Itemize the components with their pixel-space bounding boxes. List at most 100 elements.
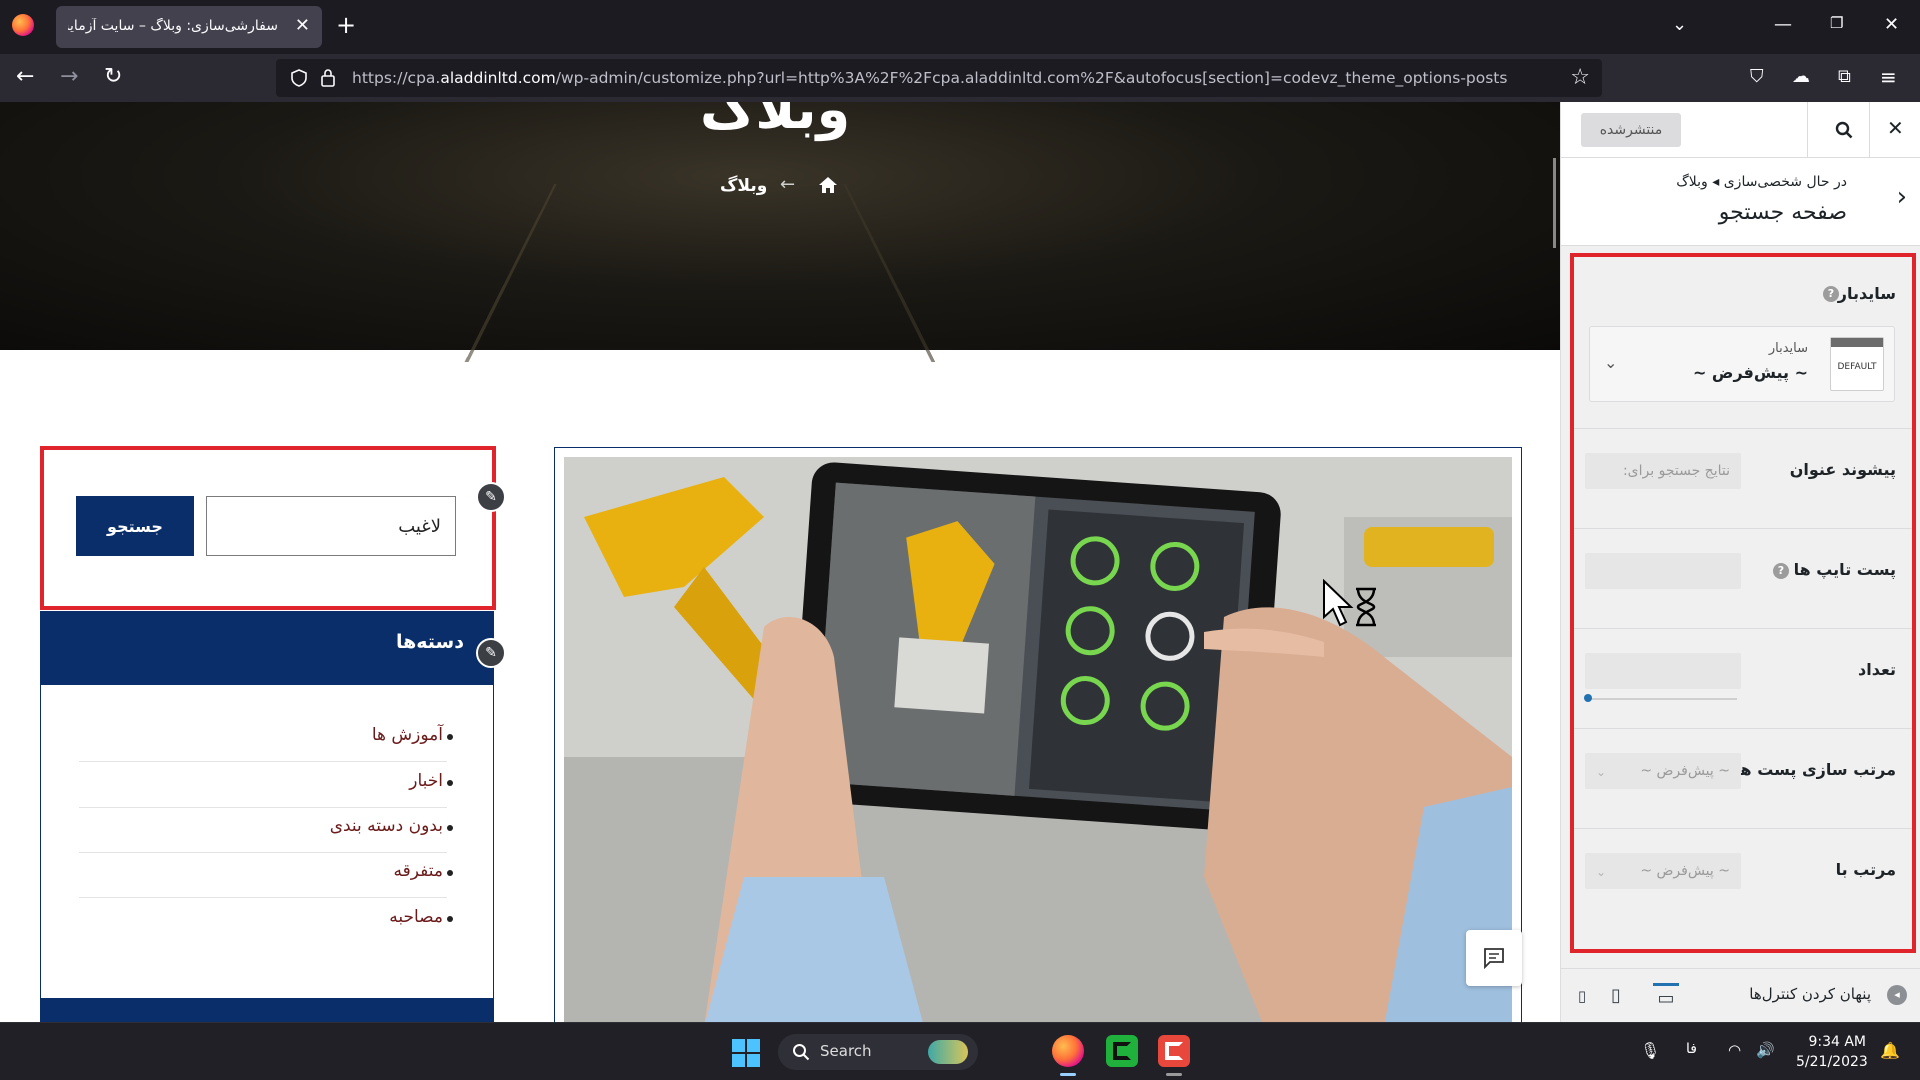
category-item[interactable]: اخبار (409, 771, 443, 791)
divider (1574, 728, 1912, 729)
count-input[interactable] (1585, 653, 1741, 689)
reload-icon[interactable]: ↻ (104, 64, 122, 90)
customizer-breadcrumb: در حال شخصی‌سازی ◂ وبلاگ (1676, 174, 1847, 190)
search-button[interactable]: جستجو (76, 496, 194, 556)
sidebar-thumbnail: DEFAULT (1830, 337, 1884, 391)
forward-icon[interactable]: → (60, 64, 78, 90)
browser-tab-active[interactable]: سفارشی‌سازی: وبلاگ – سایت آزمایشی ✕ (56, 6, 322, 48)
bullet (447, 870, 453, 876)
extension-cloud-icon[interactable]: ☁ (1792, 64, 1810, 90)
running-indicator (1166, 1073, 1182, 1076)
edit-search-widget-icon[interactable]: ✎ (476, 482, 506, 512)
sidebar-select[interactable]: DEFAULT سایدبار ~ پیش‌فرض ~ ⌄ (1589, 326, 1895, 402)
windows-start-icon[interactable] (732, 1039, 760, 1067)
bullet (447, 780, 453, 786)
clock-date: 5/21/2023 (1796, 1054, 1868, 1070)
bookmark-star-icon[interactable]: ☆ (1570, 65, 1590, 90)
restore-icon[interactable]: ❐ (1830, 14, 1843, 32)
help-icon[interactable]: ? (1773, 563, 1789, 579)
window-close-icon[interactable]: ✕ (1884, 14, 1899, 35)
lock-icon[interactable] (320, 68, 336, 88)
minimize-icon[interactable]: — (1774, 14, 1792, 35)
hero-banner: وبلاگ وبلاگ ← (0, 102, 1560, 363)
volume-icon[interactable]: 🔊 (1756, 1041, 1775, 1059)
post-thumbnail-image[interactable] (564, 457, 1512, 1022)
back-chevron-icon[interactable]: › (1897, 182, 1907, 212)
divider (1869, 102, 1870, 158)
taskbar-search[interactable]: Search (778, 1034, 978, 1070)
tab-close-icon[interactable]: ✕ (295, 15, 310, 36)
browser-nav-bar: ← → ↻ https://cpa.aladdinltd.com/wp-admi… (0, 54, 1920, 102)
back-icon[interactable]: ← (16, 64, 34, 90)
busy-cursor-icon (1323, 579, 1376, 627)
chat-icon (1484, 948, 1504, 969)
new-tab-icon[interactable]: + (336, 12, 356, 38)
divider (1574, 628, 1912, 629)
mobile-preview-icon[interactable]: ▯ (1569, 983, 1595, 1009)
bullet (447, 916, 453, 922)
close-customizer-icon[interactable]: ✕ (1887, 116, 1904, 140)
home-icon[interactable] (818, 176, 838, 194)
active-indicator (1060, 1073, 1076, 1076)
wifi-icon[interactable]: ◠ (1728, 1041, 1741, 1059)
breadcrumb-arrow-icon: ← (780, 174, 796, 195)
sidebar-option-label: سایدبار (1837, 284, 1896, 303)
camtasia-red-icon[interactable] (1158, 1035, 1190, 1067)
collapse-icon[interactable]: ◂ (1887, 985, 1907, 1005)
edit-categories-widget-icon[interactable]: ✎ (476, 638, 506, 668)
taskbar-clock[interactable]: 9:34 AM 5/21/2023 (1796, 1032, 1868, 1072)
hide-controls-button[interactable]: پنهان کردن کنترل‌ها (1749, 985, 1871, 1003)
desktop-preview-icon[interactable]: ▭ (1653, 983, 1679, 1009)
chevron-down-icon: ⌄ (1596, 865, 1607, 879)
order-by-select[interactable]: ~ پیش‌فرض ~ ⌄ (1585, 853, 1741, 889)
firefox-logo-icon[interactable] (12, 14, 34, 36)
search-input[interactable] (206, 496, 456, 556)
bullet (447, 734, 453, 740)
divider (79, 807, 447, 808)
tracking-shield-icon[interactable] (290, 69, 308, 87)
url-bar[interactable]: https://cpa.aladdinltd.com/wp-admin/cust… (276, 59, 1602, 97)
thumbnail-bar (1831, 338, 1883, 347)
industrial-tablet-photo (564, 457, 1512, 1022)
help-icon[interactable]: ? (1823, 286, 1839, 302)
tab-list-chevron-icon[interactable]: ⌄ (1672, 14, 1687, 35)
chat-button[interactable] (1466, 930, 1522, 986)
tablet-preview-icon[interactable]: ▯ (1603, 983, 1629, 1009)
microphone-icon[interactable]: 🎙 (1640, 1041, 1660, 1060)
extensions-icon[interactable]: ⧉ (1838, 64, 1851, 90)
input-language[interactable]: فا (1686, 1041, 1697, 1057)
hero-breadcrumb[interactable]: وبلاگ (720, 176, 767, 196)
category-item[interactable]: متفرقه (394, 861, 443, 881)
section-title: صفحه جستجو (1718, 200, 1847, 225)
search-highlight-icon (928, 1040, 968, 1064)
pocket-icon[interactable]: ⛉ (1750, 64, 1764, 90)
category-item[interactable]: بدون دسته بندی (330, 816, 443, 836)
divider (1574, 828, 1912, 829)
count-slider-handle[interactable] (1584, 694, 1592, 702)
count-slider-track[interactable] (1587, 698, 1737, 700)
url-text[interactable]: https://cpa.aladdinltd.com/wp-admin/cust… (352, 69, 1507, 87)
hero-background-tunnel (464, 183, 936, 363)
sort-posts-select[interactable]: ~ پیش‌فرض ~ ⌄ (1585, 753, 1741, 789)
notification-bell-icon[interactable]: 🔔 (1880, 1041, 1900, 1060)
chevron-down-icon[interactable]: ⌄ (1604, 353, 1617, 372)
firefox-taskbar-icon[interactable] (1052, 1035, 1084, 1067)
divider (1807, 102, 1808, 158)
title-prefix-input[interactable]: نتایج جستجو برای: (1585, 453, 1741, 489)
camtasia-green-icon[interactable] (1106, 1035, 1138, 1067)
search-icon[interactable] (1835, 121, 1853, 139)
categories-title: دسته‌ها (395, 631, 464, 653)
post-types-input[interactable] (1585, 553, 1741, 589)
clock-time: 9:34 AM (1808, 1034, 1866, 1050)
preview-scrollbar[interactable] (1553, 158, 1556, 248)
title-prefix-label: پیشوند عنوان (1789, 460, 1896, 479)
category-item[interactable]: آموزش ها (372, 725, 443, 745)
sidebar-card-value: ~ پیش‌فرض ~ (1692, 363, 1808, 382)
search-icon (793, 1044, 810, 1061)
customizer-panel: منتشرشده ✕ در حال شخصی‌سازی ◂ وبلاگ صفحه… (1560, 102, 1920, 1022)
menu-icon[interactable]: ≡ (1880, 64, 1897, 90)
publish-button[interactable]: منتشرشده (1581, 113, 1681, 147)
post-types-label: پست تایپ ها (1793, 560, 1896, 579)
order-by-value: ~ پیش‌فرض ~ (1640, 863, 1730, 879)
category-item[interactable]: مصاحبه (389, 907, 443, 927)
